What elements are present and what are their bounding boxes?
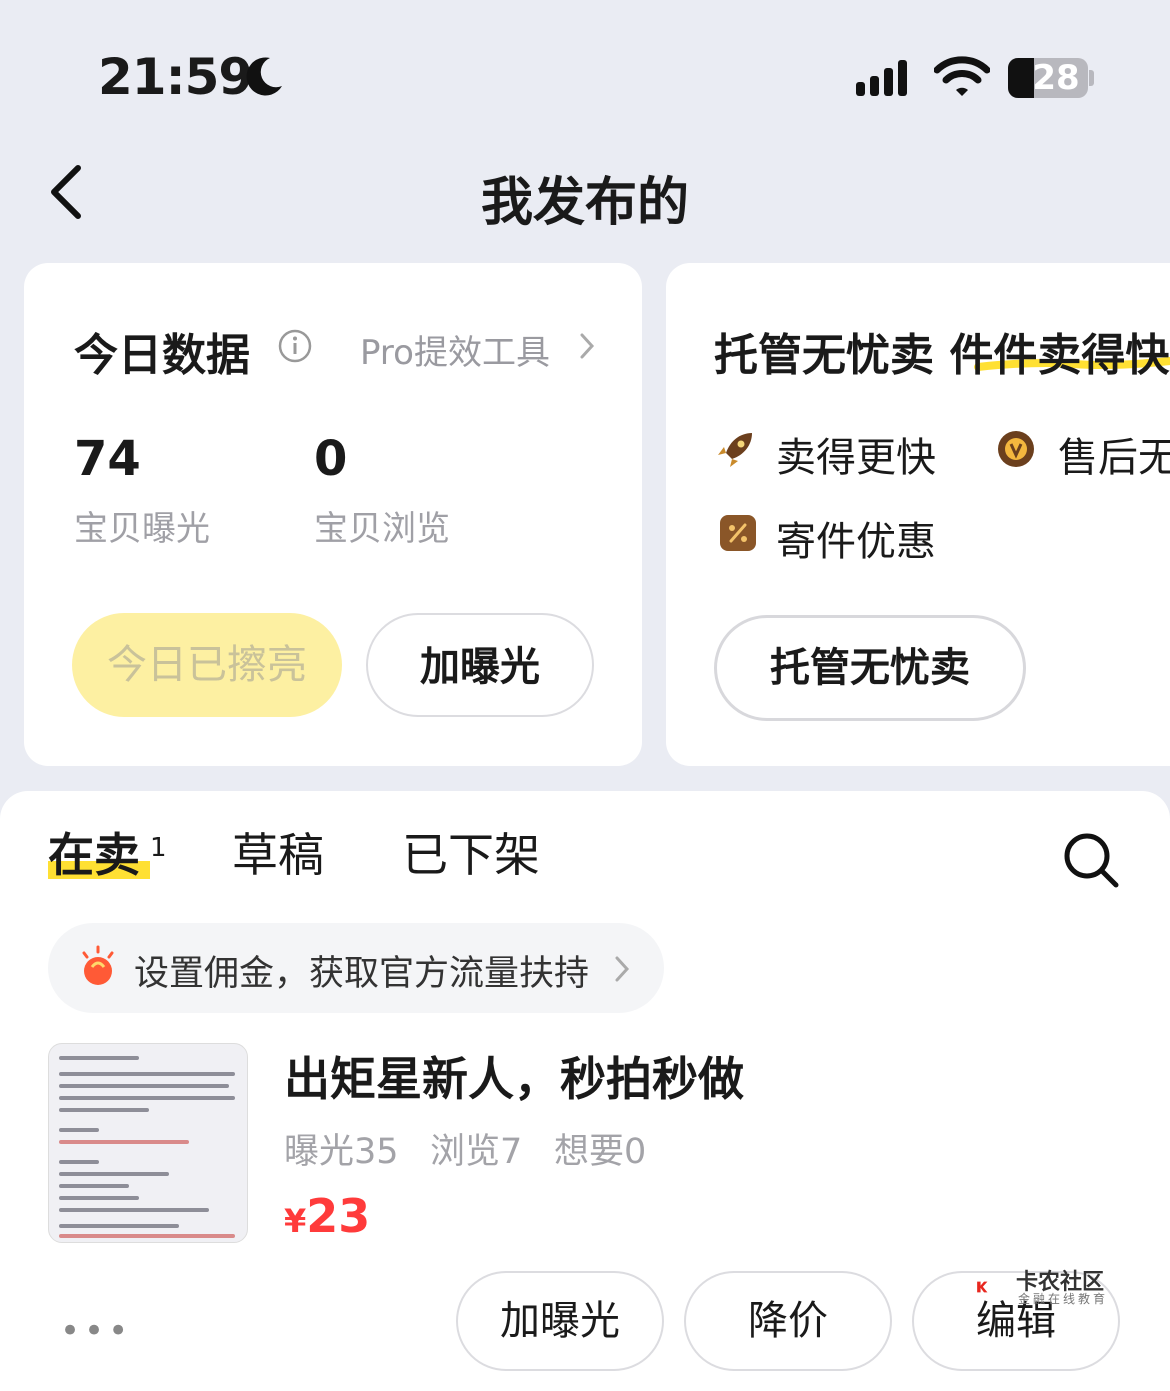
battery-level: 28 (1032, 58, 1080, 98)
info-icon[interactable] (278, 329, 312, 363)
status-time: 21:59 (98, 48, 253, 106)
rocket-icon (718, 433, 752, 467)
views-value: 0 (314, 431, 348, 487)
today-data-card: 今日数据 Pro提效工具 74 宝贝曝光 0 宝贝浏览 今日已擦亮 加曝光 (24, 263, 642, 766)
item-exposure: 曝光35 (284, 1132, 399, 1172)
chevron-right-icon (615, 956, 630, 982)
moon-icon (246, 57, 282, 96)
item-views: 浏览7 (430, 1132, 523, 1172)
battery-tip (1089, 70, 1094, 86)
more-options-button[interactable]: ••• (60, 1311, 132, 1351)
wifi-icon (934, 56, 990, 96)
managed-selling-title: 托管无忧卖 件件卖得快 (714, 330, 1170, 381)
watermark-logo-icon (977, 1281, 988, 1293)
exposure-value: 74 (74, 431, 141, 487)
item-boost-button[interactable]: 加曝光 (456, 1271, 664, 1371)
item-title[interactable]: 出矩星新人，秒拍秒做 (284, 1043, 744, 1109)
price-currency: ¥ (284, 1202, 307, 1240)
feature-after-sale: 售后无忧 (1058, 435, 1170, 481)
pro-tools-link[interactable]: Pro提效工具 (360, 325, 550, 374)
views-label: 宝贝浏览 (314, 509, 450, 549)
commission-banner[interactable]: 设置佣金，获取官方流量扶持 (48, 923, 664, 1013)
search-icon[interactable] (1062, 831, 1120, 889)
item-price: ¥23 (284, 1189, 370, 1243)
signal-icon (856, 60, 907, 96)
battery-icon: 28 (1008, 58, 1088, 98)
tab-on-sale-count: 1 (150, 833, 167, 863)
chevron-right-icon (580, 333, 595, 359)
feature-sell-faster: 卖得更快 (776, 435, 936, 481)
feature-shipping-discount: 寄件优惠 (776, 519, 936, 565)
tab-delisted[interactable]: 已下架 (402, 819, 540, 885)
managed-selling-card[interactable]: 托管无忧卖 件件卖得快 卖得更快 售后无忧 寄件优惠 托管无忧卖 (666, 263, 1170, 766)
tab-drafts[interactable]: 草稿 (232, 819, 324, 885)
item-thumbnail[interactable] (48, 1043, 248, 1243)
today-data-title: 今日数据 (74, 330, 250, 381)
boost-exposure-button[interactable]: 加曝光 (366, 613, 594, 717)
commission-banner-text: 设置佣金，获取官方流量扶持 (134, 954, 590, 994)
price-drop-button[interactable]: 降价 (684, 1271, 892, 1371)
price-value: 23 (306, 1189, 371, 1243)
polished-today-button[interactable]: 今日已擦亮 (72, 613, 342, 717)
tab-on-sale[interactable]: 在卖 (48, 819, 140, 885)
discount-coupon-icon (720, 515, 756, 551)
exposure-label: 宝贝曝光 (74, 509, 210, 549)
item-wants: 想要0 (554, 1132, 647, 1172)
service-badge-icon (998, 431, 1034, 467)
page-title: 我发布的 (480, 173, 689, 233)
watermark-subtext: 金融在线教育 (1018, 1292, 1109, 1306)
lightbulb-icon (82, 945, 114, 985)
managed-selling-button[interactable]: 托管无忧卖 (714, 615, 1026, 721)
